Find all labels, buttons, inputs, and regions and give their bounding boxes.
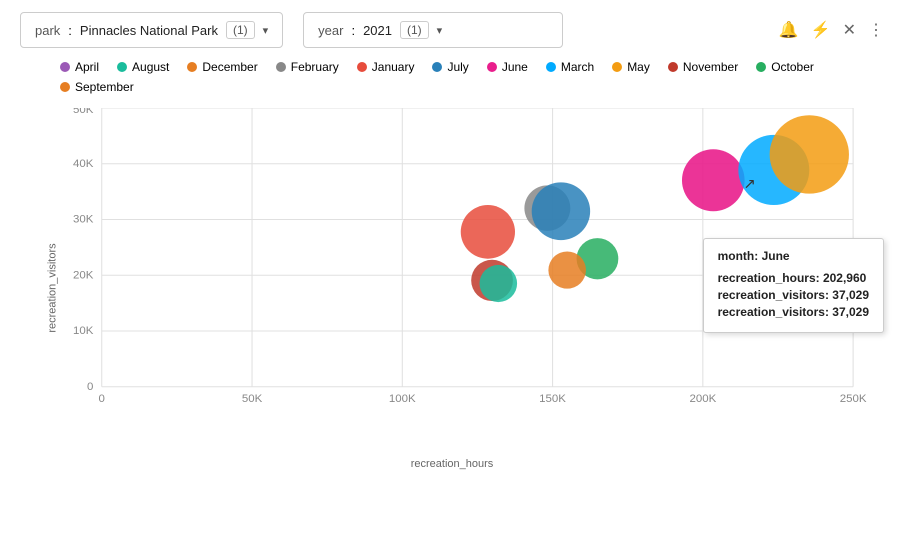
- svg-text:250K: 250K: [840, 393, 867, 405]
- tooltip-row3: recreation_visitors: 37,029: [718, 305, 869, 319]
- legend-dot-september: [60, 82, 70, 92]
- toolbar-icons: 🔔 ⚡ ✕ ⋮: [779, 20, 884, 40]
- svg-text:50K: 50K: [73, 108, 94, 116]
- legend-dot-july: [432, 62, 442, 72]
- svg-text:30K: 30K: [73, 214, 94, 226]
- legend-item-october: October: [756, 60, 814, 74]
- legend-item-april: April: [60, 60, 99, 74]
- bubble-june: [682, 149, 745, 211]
- tooltip-row1-value: 202,960: [823, 271, 866, 285]
- legend-item-may: May: [612, 60, 650, 74]
- svg-text:10K: 10K: [73, 325, 94, 337]
- svg-text:↗: ↗: [744, 177, 756, 193]
- filter-group: park: Pinnacles National Park (1) ▾ year…: [20, 12, 563, 48]
- legend-dot-august: [117, 62, 127, 72]
- legend-item-september: September: [60, 80, 134, 94]
- tooltip-row2-value: 37,029: [832, 288, 869, 302]
- year-filter-count: (1): [400, 21, 429, 39]
- svg-text:150K: 150K: [539, 393, 566, 405]
- legend-label-october: October: [771, 60, 814, 74]
- year-filter[interactable]: year: 2021 (1) ▾: [303, 12, 563, 48]
- tooltip-row1: recreation_hours: 202,960: [718, 271, 869, 285]
- chart-legend: April August December February January July Ju…: [0, 60, 904, 98]
- park-dropdown-icon[interactable]: ▾: [263, 24, 269, 37]
- legend-label-may: May: [627, 60, 650, 74]
- svg-text:0: 0: [99, 393, 105, 405]
- more-icon[interactable]: ⋮: [868, 20, 884, 40]
- legend-item-june: June: [487, 60, 528, 74]
- legend-label-september: September: [75, 80, 134, 94]
- legend-item-december: December: [187, 60, 257, 74]
- bell-icon[interactable]: 🔔: [779, 20, 799, 40]
- svg-text:20K: 20K: [73, 269, 94, 281]
- park-filter-count: (1): [226, 21, 255, 39]
- settings-icon[interactable]: ✕: [843, 20, 856, 40]
- legend-label-february: February: [291, 60, 339, 74]
- legend-label-april: April: [75, 60, 99, 74]
- park-filter-value: Pinnacles National Park: [80, 23, 218, 38]
- x-axis-label: recreation_hours: [411, 458, 494, 470]
- legend-dot-january: [357, 62, 367, 72]
- legend-dot-march: [546, 62, 556, 72]
- legend-label-march: March: [561, 60, 594, 74]
- top-bar: park: Pinnacles National Park (1) ▾ year…: [0, 0, 904, 60]
- legend-item-august: August: [117, 60, 169, 74]
- park-filter-label: park: [35, 23, 60, 38]
- tooltip-row1-label: recreation_hours:: [718, 271, 823, 285]
- park-filter[interactable]: park: Pinnacles National Park (1) ▾: [20, 12, 283, 48]
- legend-label-november: November: [683, 60, 738, 74]
- legend-label-july: July: [447, 60, 468, 74]
- year-filter-value: 2021: [363, 23, 392, 38]
- bubble-july: [532, 182, 590, 240]
- svg-text:0: 0: [87, 381, 93, 393]
- tooltip-month-label: month:: [718, 249, 762, 263]
- legend-item-march: March: [546, 60, 594, 74]
- year-filter-label: year: [318, 23, 343, 38]
- legend-dot-october: [756, 62, 766, 72]
- tooltip-row2-label: recreation_visitors:: [718, 288, 833, 302]
- bubble-may: [770, 115, 849, 193]
- tooltip-month-value: June: [762, 249, 790, 263]
- tooltip-row3-label: recreation_visitors:: [718, 305, 833, 319]
- tooltip-month: month: June: [718, 249, 869, 263]
- svg-text:200K: 200K: [689, 393, 716, 405]
- svg-text:40K: 40K: [73, 158, 94, 170]
- bubble-december: [548, 251, 586, 288]
- legend-dot-december: [187, 62, 197, 72]
- year-dropdown-icon[interactable]: ▾: [437, 24, 443, 37]
- chart-area: recreation_visitors recreation_hours 0 1…: [0, 98, 904, 478]
- legend-dot-april: [60, 62, 70, 72]
- bubble-august: [480, 265, 518, 302]
- legend-dot-february: [276, 62, 286, 72]
- legend-item-july: July: [432, 60, 468, 74]
- svg-text:50K: 50K: [242, 393, 263, 405]
- legend-label-december: December: [202, 60, 257, 74]
- legend-item-february: February: [276, 60, 339, 74]
- legend-label-january: January: [372, 60, 415, 74]
- legend-label-june: June: [502, 60, 528, 74]
- tooltip-row2: recreation_visitors: 37,029: [718, 288, 869, 302]
- y-axis-label: recreation_visitors: [47, 243, 59, 332]
- legend-dot-may: [612, 62, 622, 72]
- bubble-january: [461, 205, 515, 259]
- legend-item-november: November: [668, 60, 738, 74]
- legend-dot-november: [668, 62, 678, 72]
- svg-text:100K: 100K: [389, 393, 416, 405]
- tooltip: month: June recreation_hours: 202,960 re…: [703, 238, 884, 333]
- legend-dot-june: [487, 62, 497, 72]
- tooltip-row3-value: 37,029: [832, 305, 869, 319]
- legend-item-january: January: [357, 60, 415, 74]
- filter-icon[interactable]: ⚡: [811, 20, 831, 40]
- legend-label-august: August: [132, 60, 169, 74]
